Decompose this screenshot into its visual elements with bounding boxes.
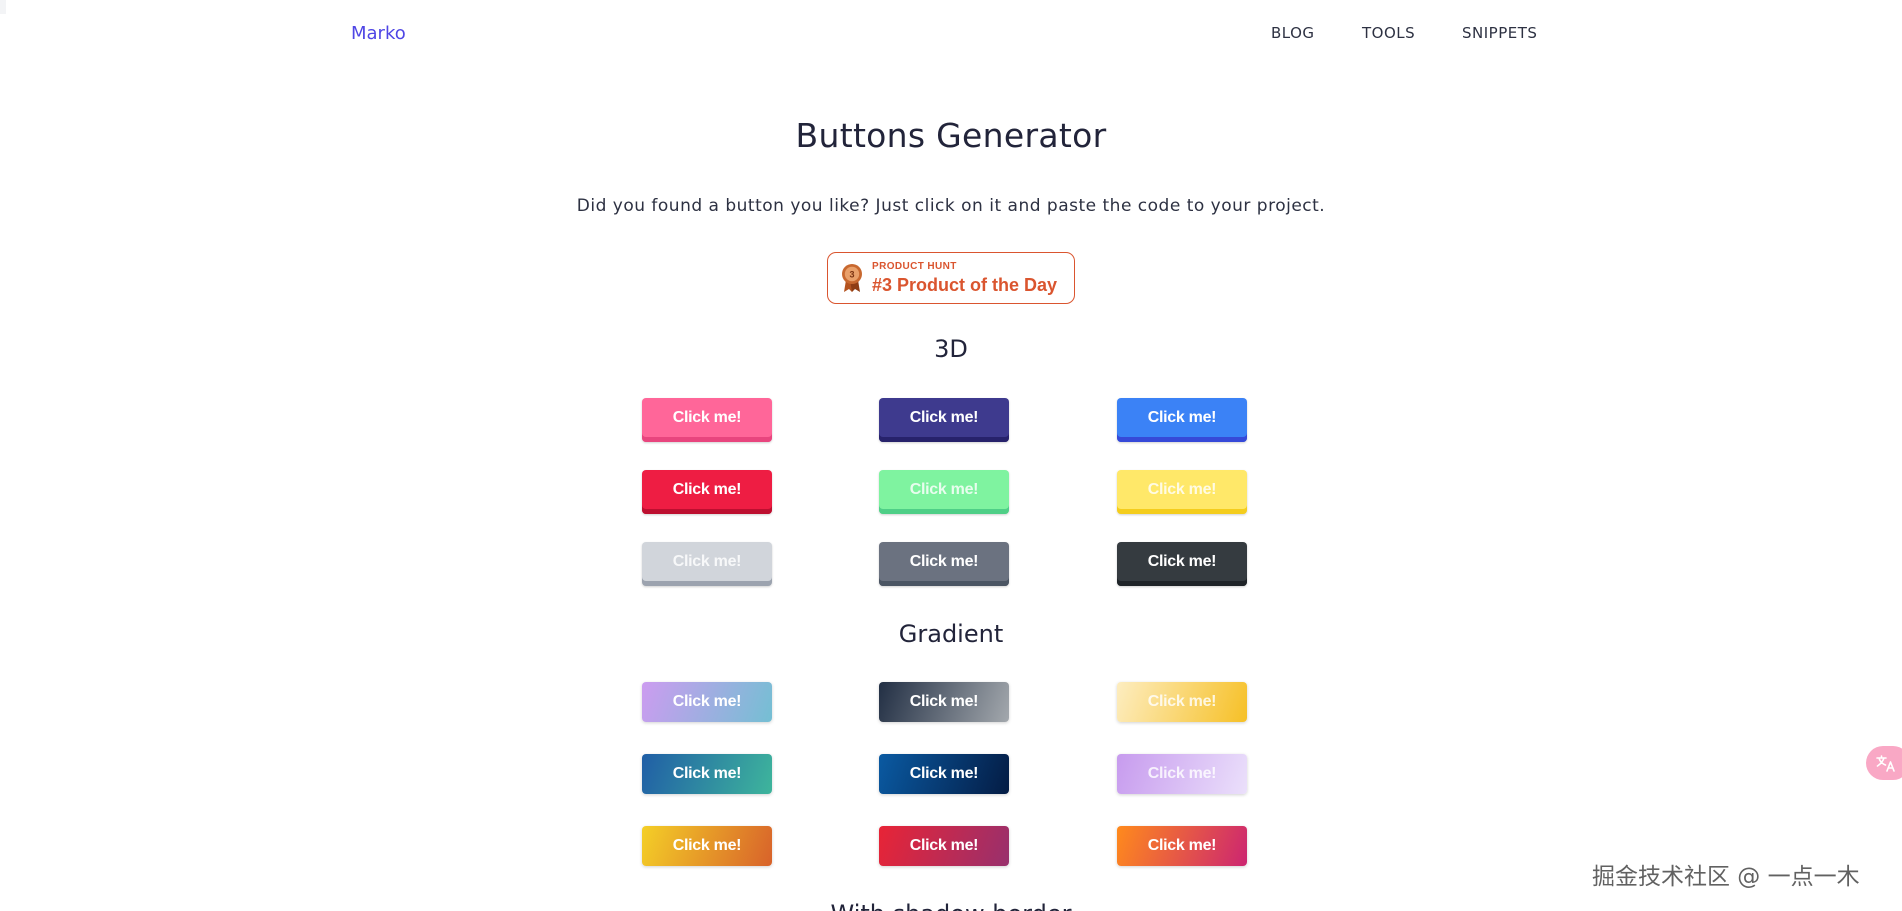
button-gradient-cream-gold[interactable]: Click me! xyxy=(1117,682,1247,722)
section-title-gradient: Gradient xyxy=(898,620,1004,648)
watermark: 掘金技术社区 @ 一点一木 xyxy=(1592,864,1860,890)
button-3d-pink[interactable]: Click me! xyxy=(642,398,772,442)
button-3d-blue[interactable]: Click me! xyxy=(1117,398,1247,442)
button-3d-gray[interactable]: Click me! xyxy=(879,542,1009,586)
product-hunt-badge[interactable]: 3 PRODUCT HUNT #3 Product of the Day xyxy=(827,252,1075,304)
button-gradient-blue-green[interactable]: Click me! xyxy=(642,754,772,794)
section-title-next-clipped: With shadow border xyxy=(0,896,1902,911)
button-3d-red[interactable]: Click me! xyxy=(642,470,772,514)
button-gradient-purple-teal[interactable]: Click me! xyxy=(642,682,772,722)
translate-button[interactable] xyxy=(1866,746,1902,780)
button-3d-dark[interactable]: Click me! xyxy=(1117,542,1247,586)
button-3d-yellow[interactable]: Click me! xyxy=(1117,470,1247,514)
button-3d-light-gray[interactable]: Click me! xyxy=(642,542,772,586)
button-gradient-orange-pink[interactable]: Click me! xyxy=(1117,826,1247,866)
section-title-next: With shadow border xyxy=(831,900,1072,911)
nav-tools-link[interactable]: TOOLS xyxy=(1362,24,1415,42)
medal-icon: 3 xyxy=(842,264,862,292)
nav-snippets-link[interactable]: SNIPPETS xyxy=(1462,24,1537,42)
button-3d-green[interactable]: Click me! xyxy=(879,470,1009,514)
button-gradient-red-purple[interactable]: Click me! xyxy=(879,826,1009,866)
translate-icon xyxy=(1876,755,1895,772)
button-gradient-yellow-orange[interactable]: Click me! xyxy=(642,826,772,866)
page-title: Buttons Generator xyxy=(795,116,1107,155)
product-hunt-label: #3 Product of the Day xyxy=(872,274,1058,295)
page: Marko BLOG TOOLS SNIPPETS Buttons Genera… xyxy=(0,0,1902,911)
button-gradient-slate[interactable]: Click me! xyxy=(879,682,1009,722)
product-hunt-text: PRODUCT HUNT #3 Product of the Day xyxy=(872,261,1057,296)
button-3d-indigo[interactable]: Click me! xyxy=(879,398,1009,442)
window-edge xyxy=(0,0,6,14)
button-gradient-lavender[interactable]: Click me! xyxy=(1117,754,1247,794)
page-subtitle: Did you found a button you like? Just cl… xyxy=(576,196,1326,216)
medal-rank: 3 xyxy=(849,270,854,280)
nav-blog-link[interactable]: BLOG xyxy=(1271,24,1315,42)
product-hunt-kicker: PRODUCT HUNT xyxy=(872,260,957,272)
section-title-3d: 3D xyxy=(934,335,968,363)
brand-logo-link[interactable]: Marko xyxy=(351,23,406,44)
button-gradient-navy[interactable]: Click me! xyxy=(879,754,1009,794)
